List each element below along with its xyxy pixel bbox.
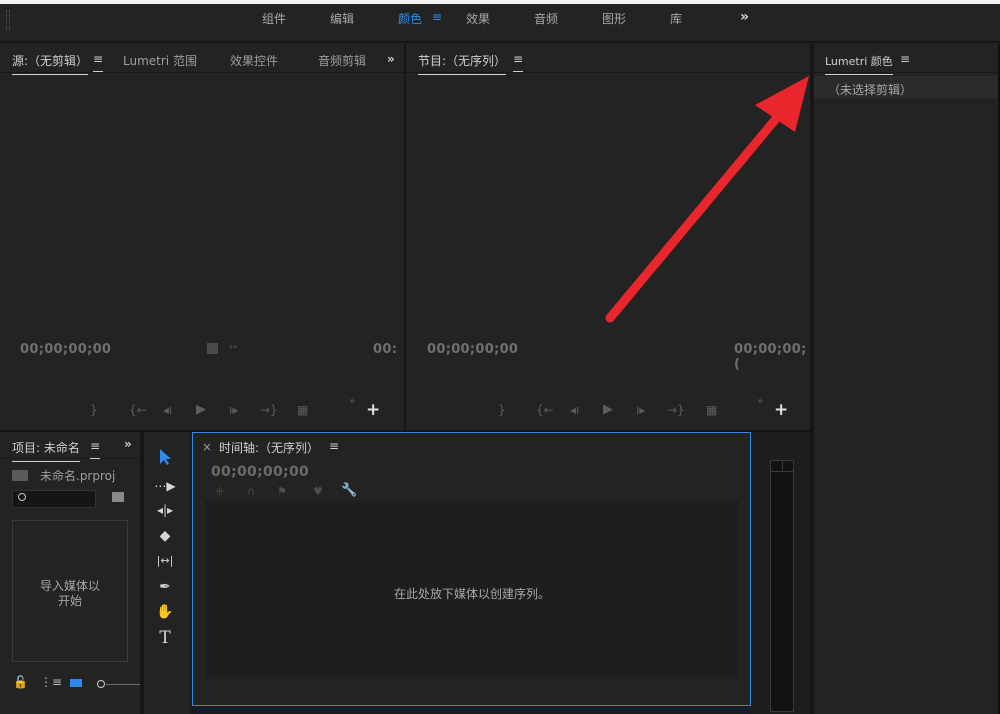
annotation-arrow-head — [755, 76, 809, 132]
annotation-arrow — [605, 76, 809, 323]
annotation-arrow-shaft — [605, 103, 790, 323]
